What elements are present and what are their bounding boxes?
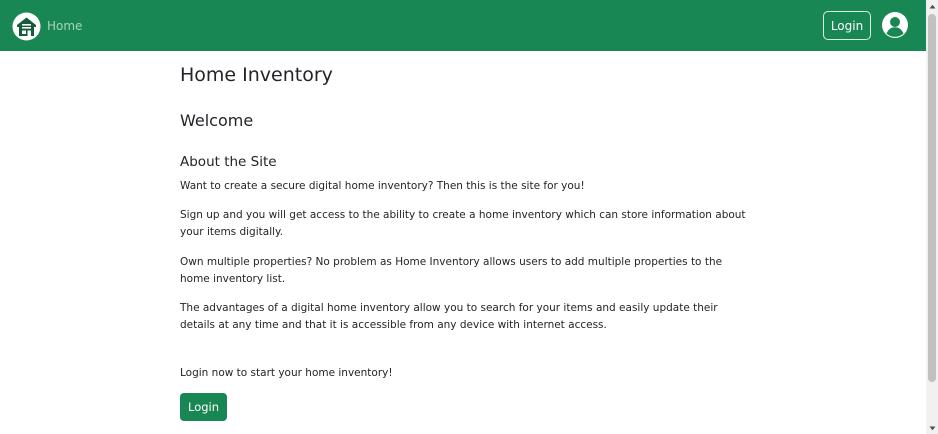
vertical-scrollbar[interactable] — [926, 0, 938, 434]
user-avatar[interactable] — [882, 12, 908, 38]
home-link-label: Home — [47, 19, 83, 33]
top-navbar: Home Login — [0, 0, 926, 51]
welcome-heading: Welcome — [180, 111, 254, 130]
about-paragraph: The advantages of a digital home invento… — [180, 302, 718, 331]
scrollbar-thumb[interactable] — [928, 14, 936, 382]
house-icon — [12, 12, 41, 40]
scroll-up-arrow-icon[interactable] — [926, 0, 938, 12]
home-link[interactable]: Home — [12, 11, 82, 41]
about-paragraph: Sign up and you will get access to the a… — [180, 209, 746, 238]
scroll-down-arrow-icon[interactable] — [926, 422, 938, 434]
navbar-login-button[interactable]: Login — [823, 11, 871, 40]
page-viewport: Home Login Home Inventory Welcome About … — [0, 0, 926, 434]
about-paragraph: Want to create a secure digital home inv… — [180, 180, 585, 192]
login-call-to-action: Login now to start your home inventory! — [180, 367, 393, 379]
about-paragraph: Own multiple properties? No problem as H… — [180, 256, 723, 285]
user-avatar-icon — [882, 12, 908, 38]
main-login-button[interactable]: Login — [180, 393, 227, 421]
about-heading: About the Site — [180, 154, 277, 170]
page-title: Home Inventory — [180, 64, 333, 86]
